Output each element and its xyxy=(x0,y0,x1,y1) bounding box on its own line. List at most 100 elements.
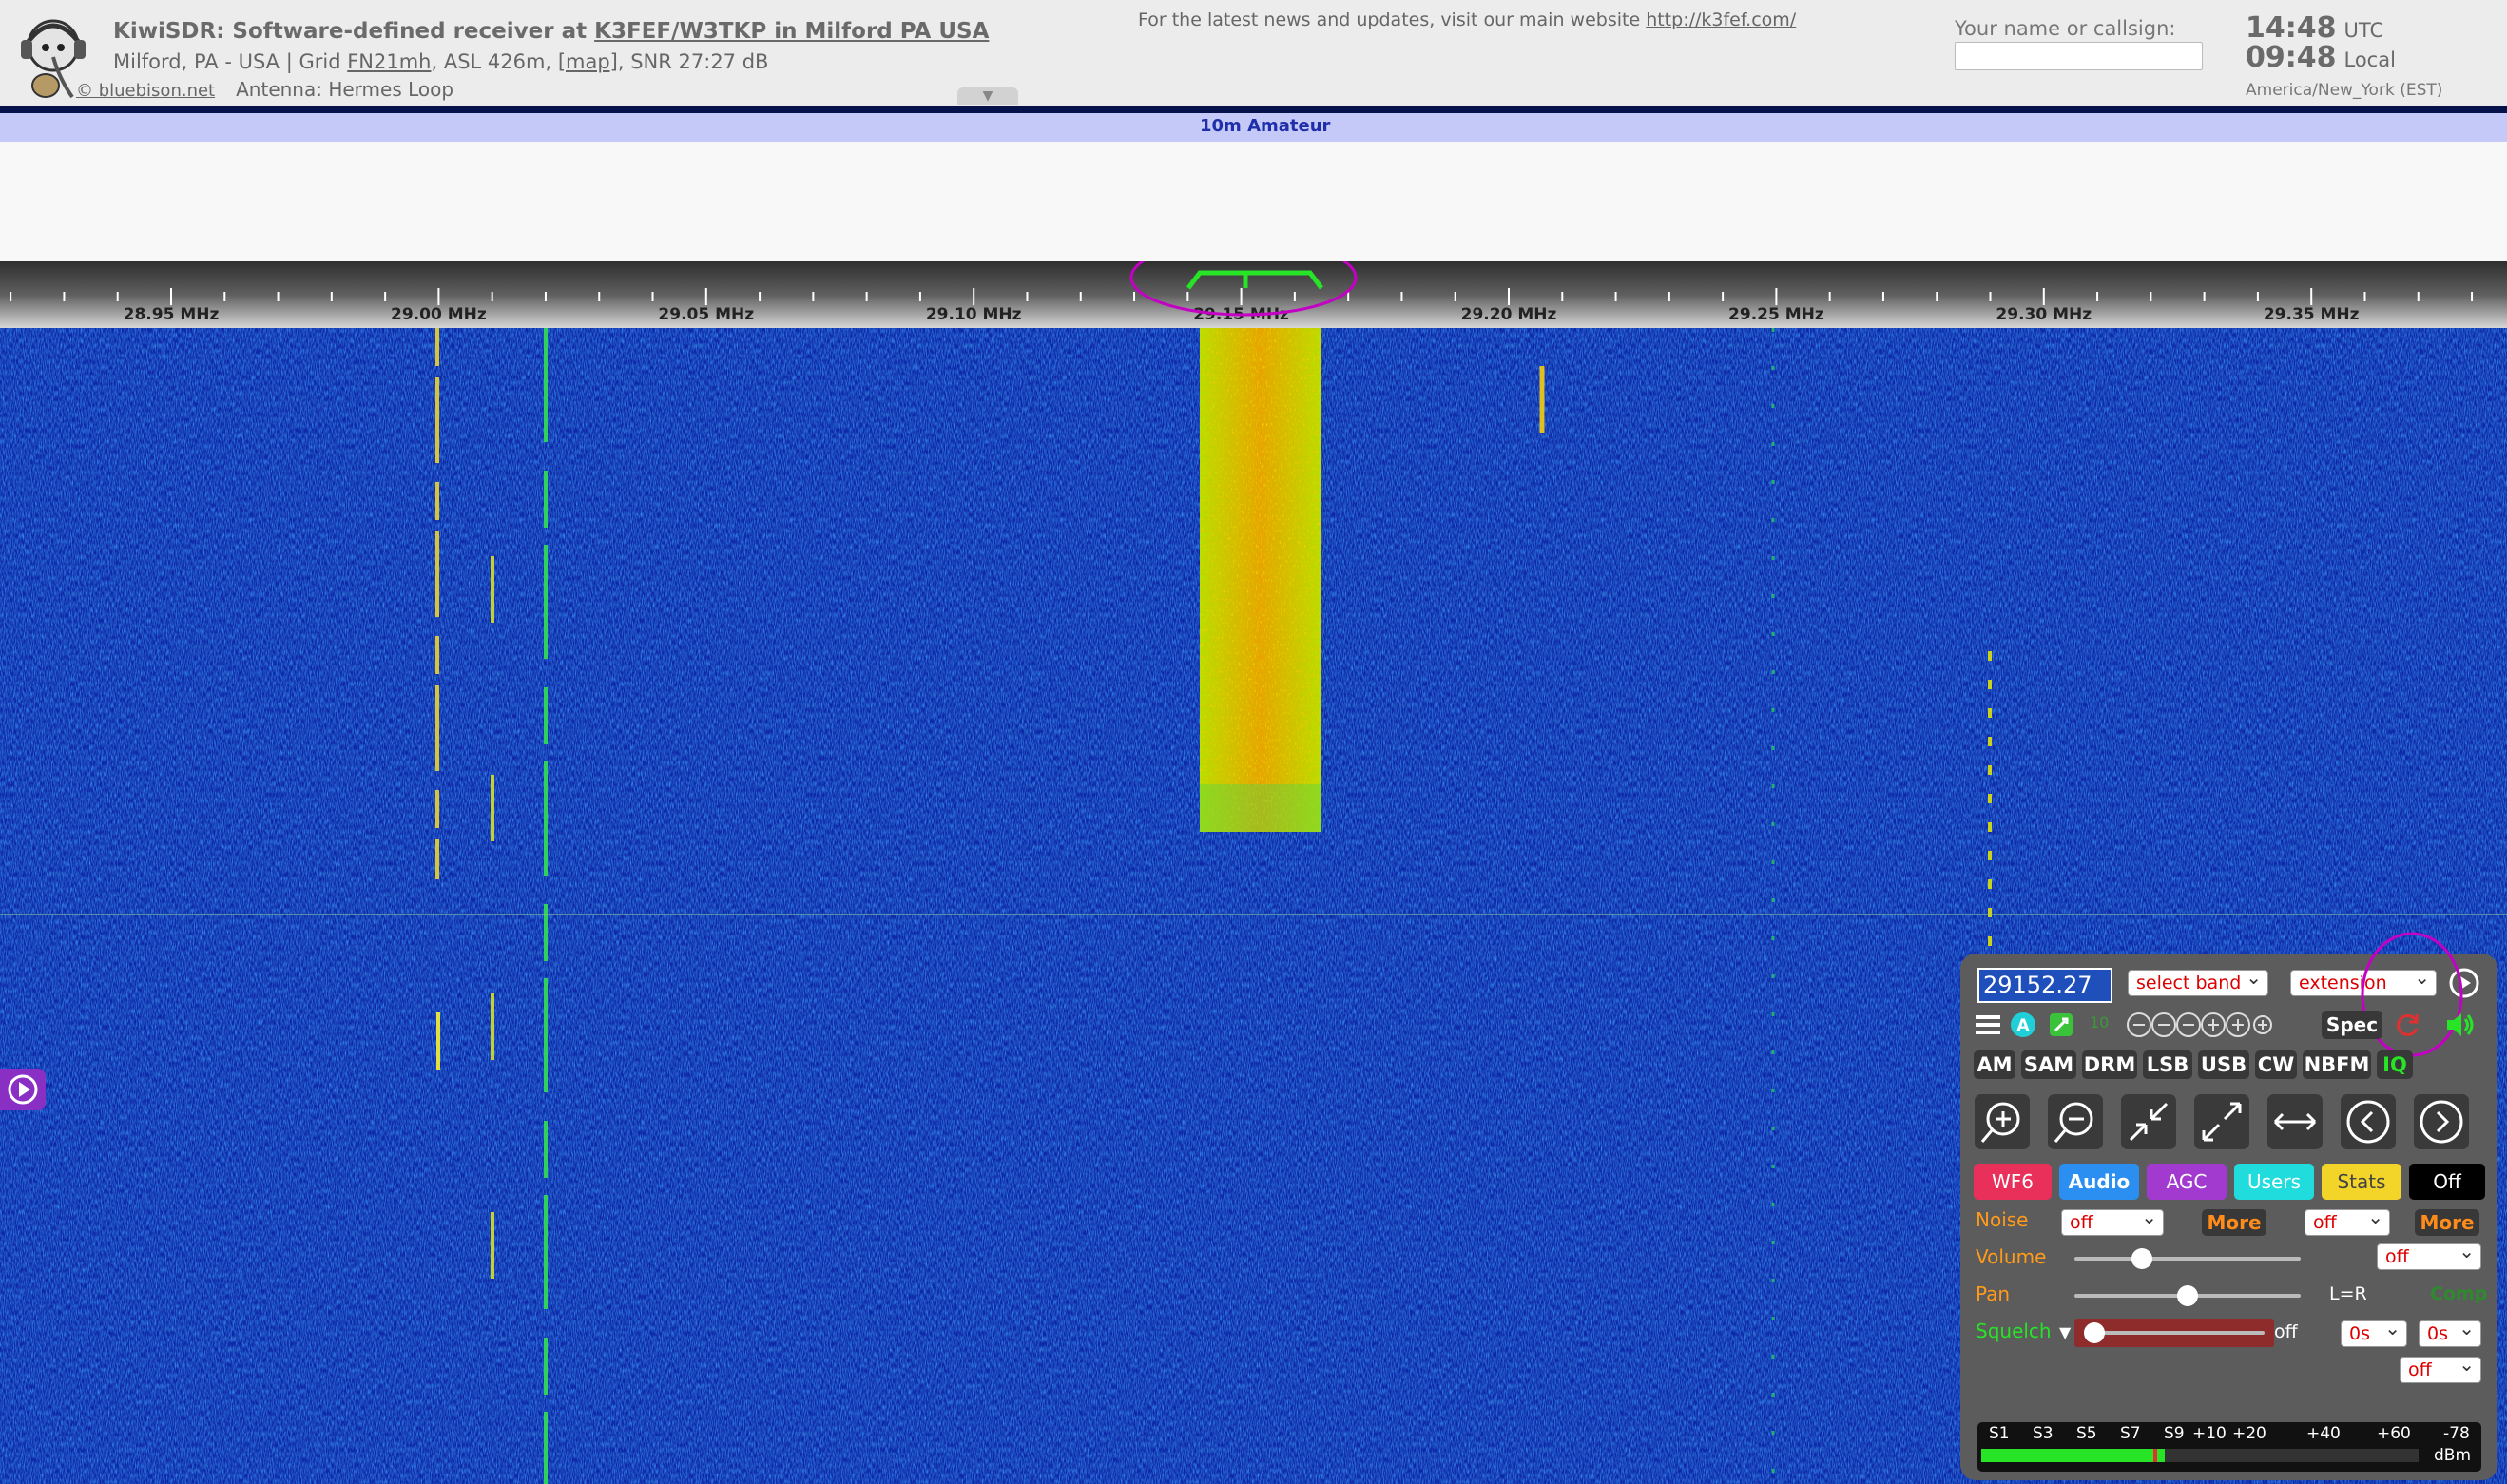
noise-label: Noise xyxy=(1976,1208,2029,1231)
smeter-label: S9 xyxy=(2164,1424,2185,1443)
noise-dropdown[interactable]: off xyxy=(2061,1205,2164,1236)
smeter-label: +20 xyxy=(2232,1424,2266,1443)
smeter-label: S5 xyxy=(2076,1424,2097,1443)
scale-label: 29.30 MHz xyxy=(1996,305,2092,324)
play-icon xyxy=(8,1074,38,1105)
scale-label: 29.25 MHz xyxy=(1728,305,1824,324)
step-label: 10 xyxy=(2090,1013,2110,1031)
squelch-time-dropdown[interactable]: 0s xyxy=(2419,1316,2481,1347)
smeter-label: +10 xyxy=(2192,1424,2227,1443)
squelch-dropdown-icon[interactable]: ▼ xyxy=(2059,1323,2071,1341)
speaker-icon[interactable] xyxy=(2444,1011,2475,1039)
scale-label: 28.95 MHz xyxy=(124,305,220,324)
grid-link[interactable]: FN21mh xyxy=(347,50,431,73)
squelch-mode-dropdown[interactable]: off xyxy=(2400,1352,2481,1383)
squelch-label: Squelch xyxy=(1976,1320,2052,1342)
news-link[interactable]: http://k3fef.com/ xyxy=(1646,10,1796,30)
smeter-bar xyxy=(1981,1449,2166,1462)
auto-icon[interactable]: A xyxy=(2010,1012,2036,1038)
page-title: KiwiSDR: Software-defined receiver at K3… xyxy=(113,19,989,44)
zoom-min-button[interactable] xyxy=(2121,1094,2176,1149)
clock: 14:48 UTC 09:48 Local xyxy=(2246,11,2396,74)
tab-off[interactable]: Off xyxy=(2409,1164,2485,1200)
squelch-value: off xyxy=(2274,1321,2298,1342)
location-text: Milford, PA - USA | Grid xyxy=(113,50,348,73)
noise-filter-more-button[interactable]: More xyxy=(2415,1209,2479,1236)
volume-slider-knob[interactable] xyxy=(2131,1248,2153,1269)
smeter-label: +60 xyxy=(2377,1424,2411,1443)
news-text: For the latest news and updates, visit o… xyxy=(1138,10,1796,30)
mode-am[interactable]: AM xyxy=(1974,1050,2015,1079)
zoom-max-button[interactable] xyxy=(2194,1094,2249,1149)
mode-cw[interactable]: CW xyxy=(2255,1050,2297,1079)
scale-label: 29.00 MHz xyxy=(391,305,487,324)
antenna-line: © bluebison.net Antenna: Hermes Loop xyxy=(76,78,453,101)
smeter-label: +40 xyxy=(2306,1424,2341,1443)
smeter-label: S1 xyxy=(1989,1424,2010,1443)
mode-lsb[interactable]: LSB xyxy=(2143,1050,2192,1079)
callsign-input[interactable] xyxy=(1955,42,2203,70)
page-left-button[interactable] xyxy=(2341,1094,2396,1149)
smeter-peak xyxy=(2153,1449,2157,1462)
volume-slider[interactable] xyxy=(2074,1257,2301,1261)
timezone-label: America/New_York (EST) xyxy=(2246,81,2443,100)
spec-button[interactable]: Spec xyxy=(2322,1011,2382,1039)
band-label[interactable]: 10m Amateur xyxy=(1200,116,1330,136)
menu-icon[interactable] xyxy=(1976,1012,2000,1037)
pan-value: L=R xyxy=(2329,1283,2367,1304)
tab-agc[interactable]: AGC xyxy=(2147,1164,2227,1200)
location-line: Milford, PA - USA | Grid FN21mh, ASL 426… xyxy=(113,50,768,73)
select-band-dropdown[interactable]: select band xyxy=(2128,965,2268,996)
scale-label: 29.10 MHz xyxy=(926,305,1022,324)
volume-label: Volume xyxy=(1976,1245,2047,1268)
mode-iq[interactable]: IQ xyxy=(2377,1050,2413,1079)
frequency-scale[interactable]: 28.95 MHz 29.00 MHz 29.05 MHz 29.10 MHz 29.1… xyxy=(0,261,2507,328)
squelch-slider[interactable] xyxy=(2093,1331,2265,1335)
frequency-input[interactable]: 29152.27 xyxy=(1977,968,2112,1003)
tab-audio[interactable]: Audio xyxy=(2059,1164,2139,1200)
utc-time: 14:48 xyxy=(2246,11,2337,45)
volume-dropdown[interactable]: off xyxy=(2377,1239,2481,1270)
play-audio-button[interactable] xyxy=(0,1069,46,1110)
smeter-label: S7 xyxy=(2120,1424,2141,1443)
header-bar: KiwiSDR: Software-defined receiver at K3… xyxy=(0,0,2507,106)
edit-icon[interactable] xyxy=(2050,1013,2073,1036)
comp-label[interactable]: Comp xyxy=(2430,1283,2487,1304)
scale-label: 29.05 MHz xyxy=(658,305,754,324)
page-right-button[interactable] xyxy=(2414,1094,2469,1149)
mode-sam[interactable]: SAM xyxy=(2021,1050,2076,1079)
map-link[interactable]: [map] xyxy=(558,50,618,73)
tab-stats[interactable]: Stats xyxy=(2322,1164,2401,1200)
noise-more-button[interactable]: More xyxy=(2202,1209,2266,1236)
arrows-horizontal-icon xyxy=(2273,1112,2317,1131)
noise-filter-dropdown[interactable]: off xyxy=(2305,1205,2390,1236)
copyright-link[interactable]: © bluebison.net xyxy=(76,81,215,101)
zoom-step-icons[interactable] xyxy=(2126,1012,2272,1038)
zoom-band-button[interactable] xyxy=(2267,1094,2323,1149)
s-meter: S1 S3 S5 S7 S9 +10 +20 +40 +60 -78 dBm xyxy=(1977,1422,2481,1472)
pan-slider-knob[interactable] xyxy=(2177,1285,2198,1306)
mode-usb[interactable]: USB xyxy=(2198,1050,2249,1079)
zoom-in-icon xyxy=(1980,1102,2020,1143)
spectrum-area[interactable] xyxy=(0,142,2507,261)
squelch-tail-dropdown[interactable]: 0s xyxy=(2341,1316,2407,1347)
mode-nbfm[interactable]: NBFM xyxy=(2303,1050,2371,1079)
local-time: 09:48 xyxy=(2246,41,2337,74)
asl-text: , ASL 426m, xyxy=(431,50,558,73)
zoom-out-button[interactable] xyxy=(2048,1094,2103,1149)
smeter-dbm: -78 xyxy=(2443,1424,2470,1443)
zoom-in-button[interactable] xyxy=(1975,1094,2030,1149)
utc-label: UTC xyxy=(2343,19,2384,42)
squelch-slider-knob[interactable] xyxy=(2084,1322,2105,1343)
scale-label: 29.20 MHz xyxy=(1461,305,1557,324)
mode-drm[interactable]: DRM xyxy=(2082,1050,2137,1079)
snr-text: , SNR 27:27 dB xyxy=(617,50,769,73)
tab-wf[interactable]: WF6 xyxy=(1974,1164,2052,1200)
tab-users[interactable]: Users xyxy=(2234,1164,2314,1200)
collapse-header-button[interactable]: ▼ xyxy=(957,87,1018,105)
highlight-circle xyxy=(2361,932,2463,1057)
station-link[interactable]: K3FEF/W3TKP in Milford PA USA xyxy=(594,19,989,44)
title-text: KiwiSDR: Software-defined receiver at xyxy=(113,19,595,44)
refresh-icon[interactable] xyxy=(2393,1012,2421,1038)
smeter-label: S3 xyxy=(2033,1424,2054,1443)
